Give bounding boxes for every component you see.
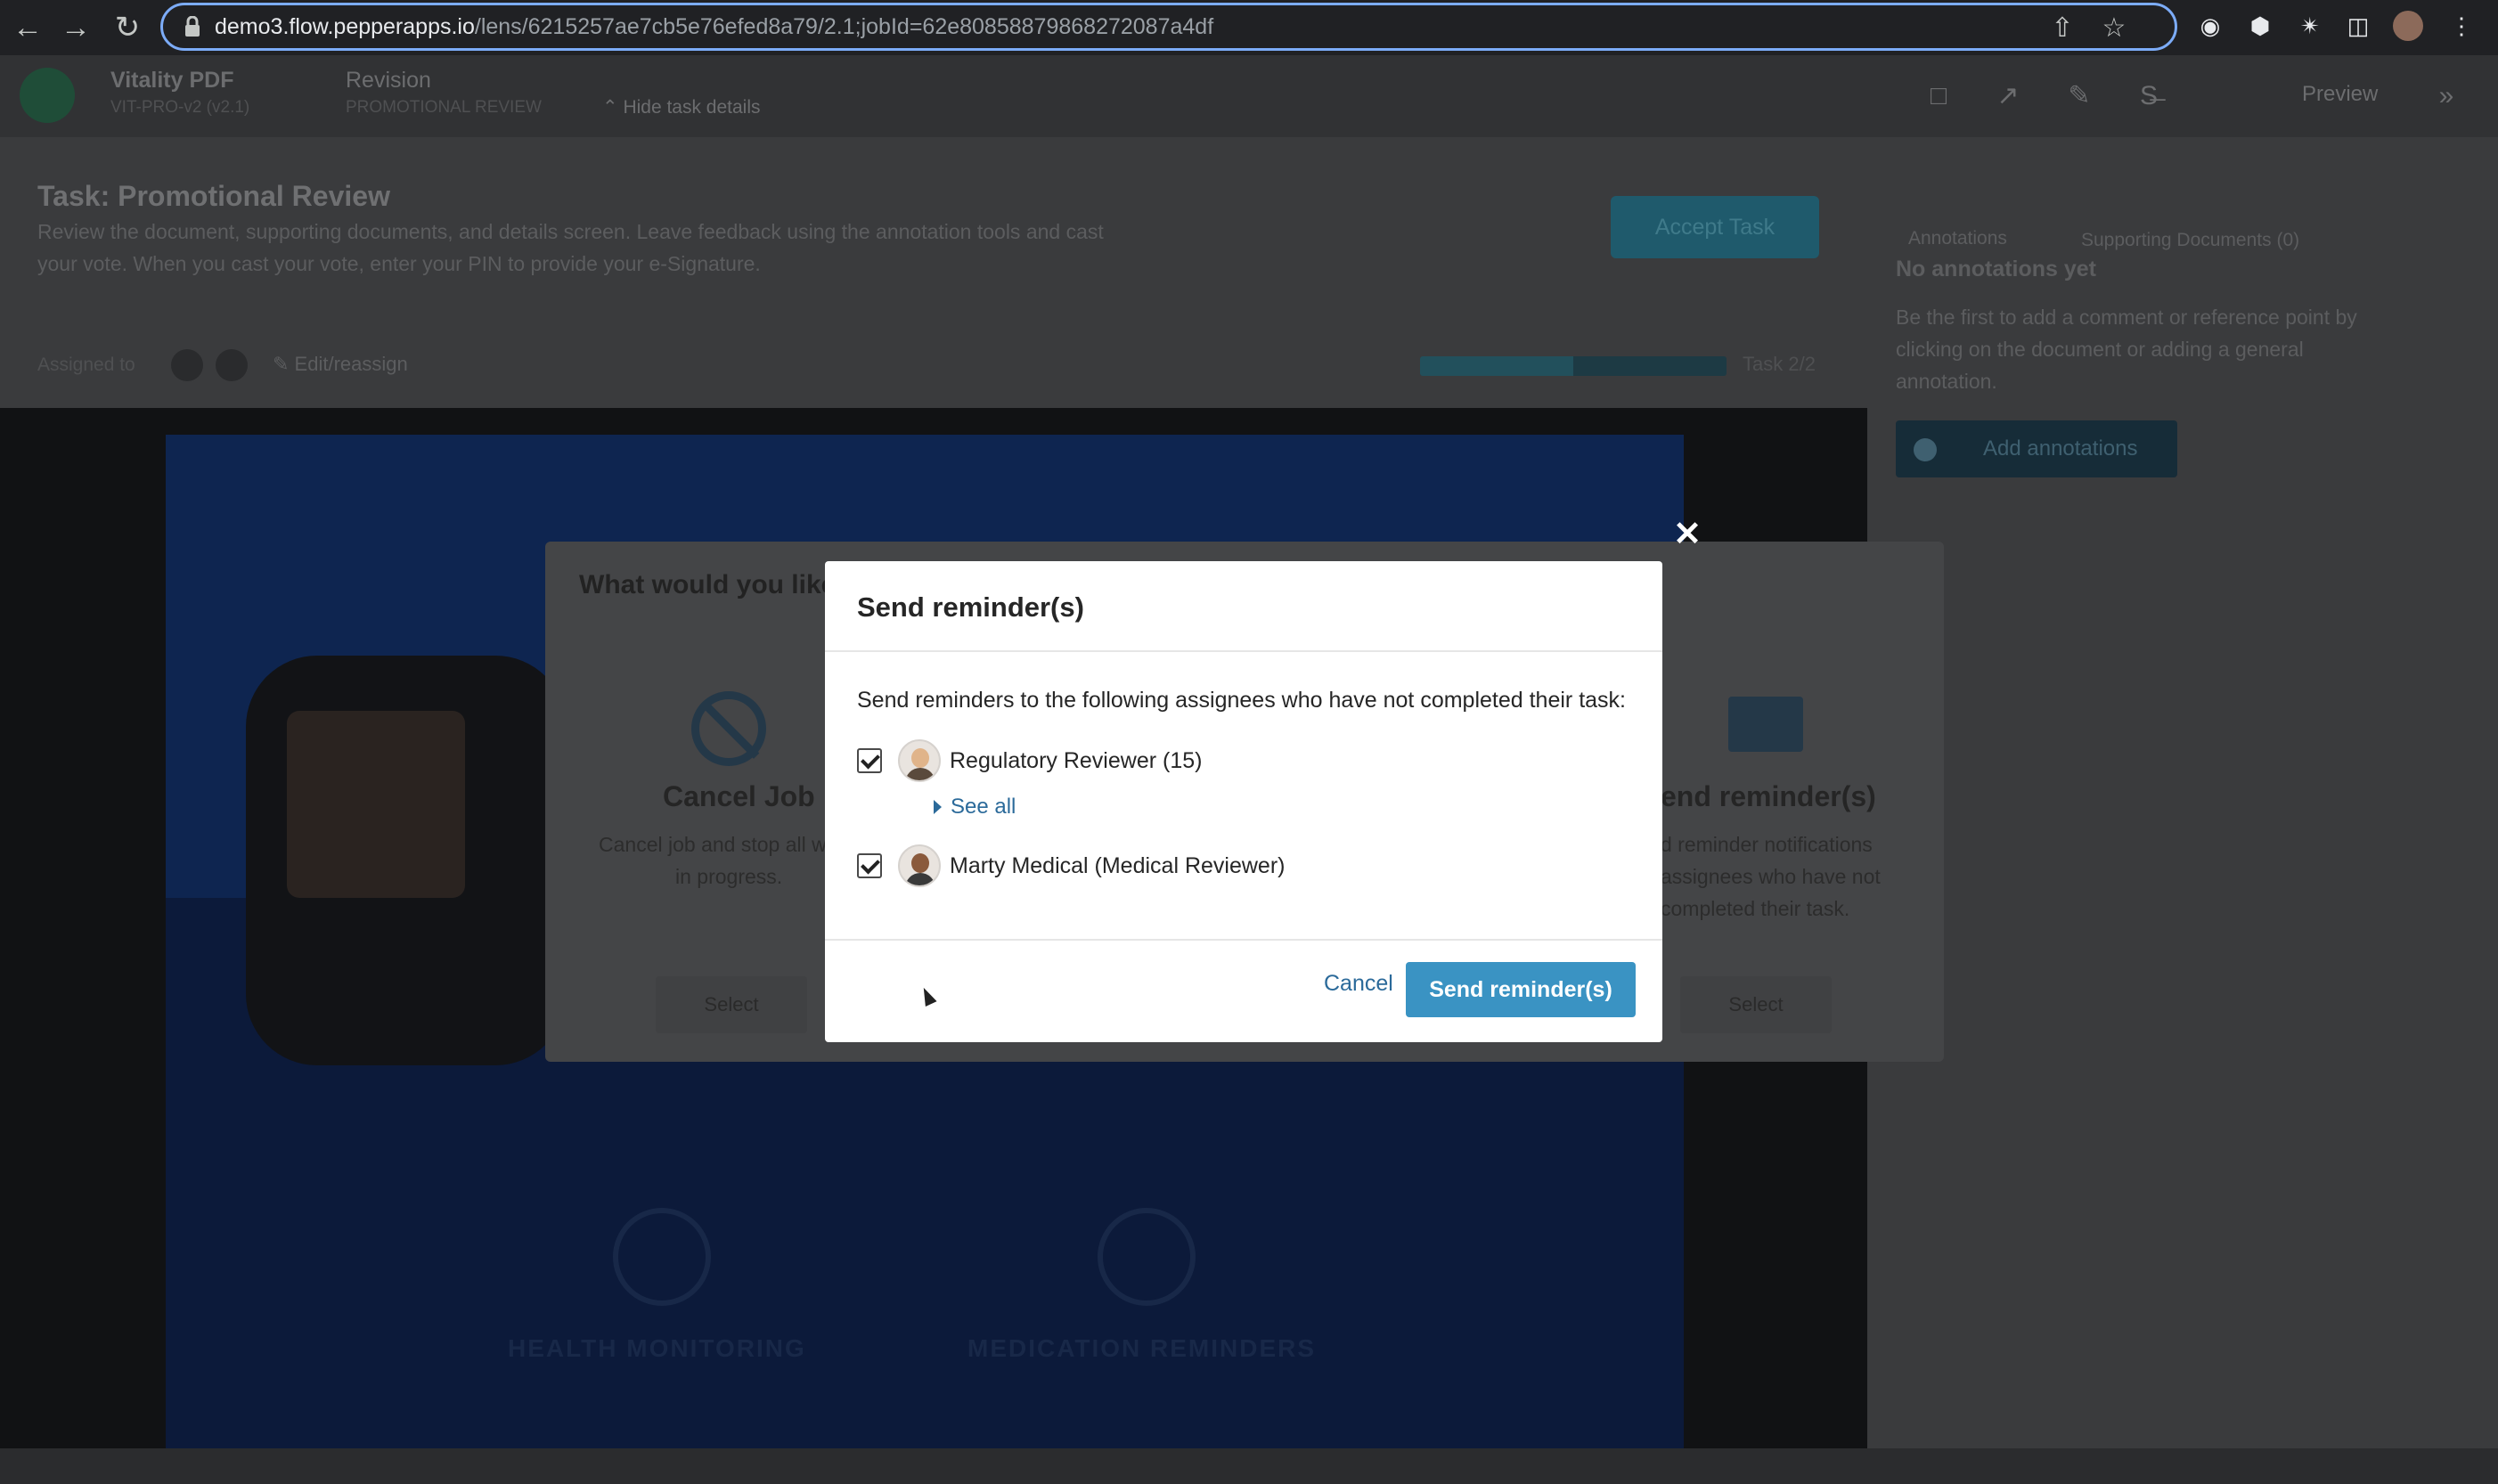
add-annotations-button[interactable]: Add annotations <box>1896 420 2177 477</box>
assignee-row: Marty Medical (Medical Reviewer) <box>857 844 1570 887</box>
app-header: Vitality PDF VIT-PRO-v2 (v2.1) Revision … <box>0 55 2498 137</box>
arrow-tool-icon[interactable]: ↗ <box>1990 78 2026 114</box>
lock-icon <box>185 16 200 37</box>
heart-monitor-icon <box>613 1208 711 1306</box>
cancel-job-text-line: in progress. <box>675 865 783 888</box>
revision-label: Revision <box>346 68 431 93</box>
close-icon[interactable]: ✕ <box>1669 517 1705 552</box>
smartwatch-screen <box>287 711 465 898</box>
send-reminders-option-title: end reminder(s) <box>1661 780 1876 812</box>
hide-task-details-link[interactable]: ⌃ Hide task details <box>602 96 761 118</box>
assignee-checkbox[interactable] <box>857 853 882 878</box>
tab-supporting-documents[interactable]: Supporting Documents (0) <box>2081 230 2299 251</box>
no-annotations-title: No annotations yet <box>1896 257 2097 281</box>
modal-footer: Cancel Send reminder(s) <box>825 939 1662 1042</box>
back-icon[interactable]: ← <box>9 9 46 46</box>
task-progress-fill <box>1420 356 1573 376</box>
ban-icon <box>691 691 766 766</box>
cancel-job-text: Cancel job and stop all w in progress. <box>599 828 827 893</box>
task-count: Task 2/2 <box>1743 353 1816 375</box>
revision-sub: PROMOTIONAL REVIEW <box>346 98 542 117</box>
collapse-panel-icon[interactable]: » <box>2429 78 2464 114</box>
hide-task-details-label: Hide task details <box>623 97 761 118</box>
assignee-label: Regulatory Reviewer (15) <box>950 748 1203 773</box>
modal-header: Send reminder(s) <box>825 561 1662 652</box>
caret-right-icon <box>934 800 942 814</box>
document-version: VIT-PRO-v2 (v2.1) <box>110 98 250 117</box>
see-all-link[interactable]: See all <box>934 795 1016 819</box>
profile-avatar[interactable] <box>2393 11 2423 41</box>
send-reminders-text-line: assignees who have not <box>1661 865 1881 888</box>
task-title: Task: Promotional Review <box>37 180 390 212</box>
assignee-row: Regulatory Reviewer (15) <box>857 739 1570 782</box>
edit-reassign-label: Edit/reassign <box>294 353 408 375</box>
job-actions-title: What would you like <box>579 570 837 599</box>
strikethrough-tool-icon[interactable]: S̶ <box>2131 78 2167 114</box>
send-reminders-select-button[interactable]: Select <box>1680 976 1832 1033</box>
square-tool-icon[interactable]: □ <box>1921 78 1956 114</box>
feature-medication-reminders: MEDICATION REMINDERS <box>967 1334 1317 1362</box>
bookmark-star-icon[interactable]: ☆ <box>2098 12 2130 45</box>
cancel-job-title: Cancel Job <box>663 780 815 812</box>
extension-hex-icon[interactable]: ⬢ <box>2245 11 2275 41</box>
cancel-job-text-line: Cancel job and stop all w <box>599 833 827 856</box>
preview-button[interactable]: Preview <box>2302 82 2378 107</box>
sidebar-icon[interactable]: ◫ <box>2343 11 2373 41</box>
accept-task-button[interactable]: Accept Task <box>1611 196 1819 258</box>
cancel-job-select-button[interactable]: Select <box>656 976 807 1033</box>
send-reminders-text-line: completed their task. <box>1661 897 1850 920</box>
send-reminders-modal: Send reminder(s) Send reminders to the f… <box>825 561 1662 1042</box>
assigned-to-label: Assigned to <box>37 355 135 375</box>
feature-health-monitoring: HEALTH MONITORING <box>508 1334 806 1362</box>
send-reminders-text-line: d reminder notifications <box>1661 833 1873 856</box>
assignee-avatar <box>216 349 248 381</box>
send-reminders-button[interactable]: Send reminder(s) <box>1406 962 1636 1017</box>
extensions-puzzle-icon[interactable]: ✴ <box>2295 11 2325 41</box>
forward-icon[interactable]: → <box>57 9 94 46</box>
tab-annotations[interactable]: Annotations <box>1908 228 2007 249</box>
assignee-label: Marty Medical (Medical Reviewer) <box>950 853 1286 878</box>
see-all-label: See all <box>951 795 1016 819</box>
cancel-button[interactable]: Cancel <box>1324 971 1393 997</box>
assignee-checkbox[interactable] <box>857 748 882 773</box>
browser-toolbar: ← → ↻ demo3.flow.pepperapps.io/lens/6215… <box>0 0 2498 55</box>
edit-reassign-link[interactable]: ✎ Edit/reassign <box>273 353 408 376</box>
plus-circle-icon <box>1914 438 1937 461</box>
modal-title: Send reminder(s) <box>857 591 1084 623</box>
assignee-avatar <box>171 349 203 381</box>
pen-tool-icon[interactable]: ✎ <box>2061 78 2097 114</box>
document-name: Vitality PDF <box>110 68 234 93</box>
task-description: Review the document, supporting document… <box>37 220 1104 275</box>
menu-kebab-icon[interactable]: ⋮ <box>2446 11 2477 41</box>
reload-icon[interactable]: ↻ <box>109 9 146 46</box>
no-annotations-text: Be the first to add a comment or referen… <box>1896 306 2357 393</box>
modal-description: Send reminders to the following assignee… <box>857 688 1626 713</box>
address-bar[interactable]: demo3.flow.pepperapps.io/lens/6215257ae7… <box>160 3 2177 51</box>
password-manager-icon[interactable]: ◉ <box>2195 11 2225 41</box>
avatar <box>898 844 941 887</box>
avatar <box>898 739 941 782</box>
share-icon[interactable]: ⇧ <box>2046 12 2078 45</box>
add-annotations-label: Add annotations <box>1983 436 2138 461</box>
bottom-strip <box>0 1448 2498 1484</box>
pill-icon <box>1098 1208 1196 1306</box>
envelope-icon <box>1728 697 1803 752</box>
send-reminders-option-text: d reminder notifications assignees who ha… <box>1661 828 1881 925</box>
app-logo <box>20 68 75 123</box>
url-text: demo3.flow.pepperapps.io/lens/6215257ae7… <box>215 14 1214 39</box>
task-progress-bar <box>1420 356 1727 376</box>
